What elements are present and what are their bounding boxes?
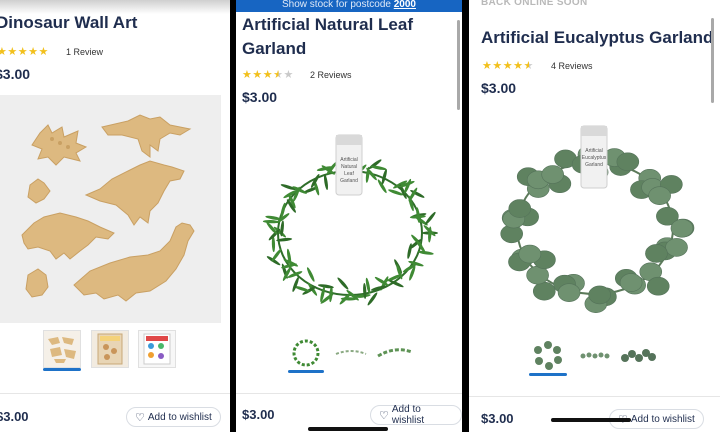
sticky-price: $3.00 bbox=[242, 407, 275, 422]
title-line-1: Artificial Natural Leaf bbox=[242, 15, 413, 34]
star-icon: ★ bbox=[492, 60, 503, 72]
product-panel-dinosaur: Dinosaur Wall Art ★★★★★ 1 Review $3.00 bbox=[0, 0, 230, 432]
add-to-wishlist-button[interactable]: ♡ Add to wishlist bbox=[370, 404, 462, 426]
postcode-link[interactable]: 2000 bbox=[394, 0, 416, 10]
thumbnail-3[interactable] bbox=[619, 336, 657, 374]
active-thumbnail-indicator bbox=[529, 373, 567, 376]
home-indicator bbox=[308, 427, 388, 431]
notice-text: BACK ONLINE SOON bbox=[481, 0, 588, 8]
sticky-price: $3.00 bbox=[0, 409, 29, 424]
wishlist-label: Add to wishlist bbox=[630, 413, 695, 425]
rating-stars: ★★★★★ bbox=[482, 60, 534, 72]
product-panel-eucalyptus-garland: BACK ONLINE SOON Artificial Eucalyptus G… bbox=[469, 0, 720, 432]
product-panel-leaf-garland: Show stock for postcode 2000 Artificial … bbox=[236, 0, 462, 432]
svg-text:Garland: Garland bbox=[585, 162, 603, 168]
banner-text: Show stock for postcode bbox=[282, 0, 394, 10]
star-icon: ★ bbox=[523, 60, 534, 72]
active-thumbnail-indicator bbox=[43, 368, 81, 371]
star-icon: ★ bbox=[262, 69, 274, 81]
postcode-banner[interactable]: Show stock for postcode 2000 bbox=[236, 0, 462, 12]
thumbnail-1[interactable] bbox=[287, 334, 325, 372]
thumbnail-3[interactable] bbox=[376, 334, 414, 372]
rating-stars: ★★★★★ bbox=[0, 46, 49, 58]
thumbnail-1[interactable] bbox=[529, 336, 567, 374]
review-count-link[interactable]: 2 Reviews bbox=[310, 70, 352, 80]
svg-text:Eucalyptus: Eucalyptus bbox=[582, 155, 607, 161]
title-line-2: Garland bbox=[242, 39, 307, 58]
thumbnail-1[interactable] bbox=[43, 330, 81, 368]
product-title: Artificial Natural Leaf Garland bbox=[242, 13, 413, 61]
svg-text:Artificial: Artificial bbox=[340, 157, 358, 163]
thumbnail-2[interactable] bbox=[577, 336, 615, 374]
dinosaur-cutouts-image bbox=[21, 114, 195, 302]
thumbnail-2[interactable] bbox=[332, 334, 370, 372]
thumbnail-2[interactable] bbox=[91, 330, 129, 368]
star-icon: ★ bbox=[513, 60, 524, 72]
svg-text:Garland: Garland bbox=[340, 178, 358, 184]
product-price: $3.00 bbox=[0, 66, 31, 82]
wishlist-label: Add to wishlist bbox=[391, 404, 425, 426]
heart-icon: ♡ bbox=[135, 411, 145, 424]
star-icon: ★ bbox=[482, 60, 493, 72]
active-thumbnail-indicator bbox=[288, 370, 324, 373]
product-price: $3.00 bbox=[481, 80, 517, 96]
scrollbar[interactable] bbox=[457, 20, 460, 110]
svg-text:Leaf: Leaf bbox=[344, 171, 354, 177]
sticky-price: $3.00 bbox=[481, 411, 514, 426]
product-title: Dinosaur Wall Art bbox=[0, 13, 138, 32]
divider bbox=[0, 393, 230, 394]
star-icon: ★ bbox=[28, 46, 39, 58]
star-icon: ★ bbox=[7, 46, 18, 58]
heart-icon: ♡ bbox=[379, 409, 389, 422]
divider bbox=[236, 393, 462, 394]
leaf-garland-image: Artificial Natural Leaf Garland bbox=[262, 134, 438, 306]
divider bbox=[469, 396, 720, 397]
home-indicator bbox=[551, 418, 631, 422]
svg-text:Natural: Natural bbox=[341, 164, 357, 170]
wishlist-label: Add to wishlist bbox=[147, 411, 212, 423]
scrollbar[interactable] bbox=[711, 18, 714, 103]
rating-stars: ★★★★★ bbox=[242, 69, 294, 81]
star-icon: ★ bbox=[283, 69, 294, 81]
star-icon: ★ bbox=[273, 69, 284, 81]
review-count-link[interactable]: 1 Review bbox=[66, 47, 103, 57]
star-icon: ★ bbox=[242, 69, 253, 81]
star-icon: ★ bbox=[252, 69, 263, 81]
product-image[interactable]: Artificial Eucalyptus Garland bbox=[491, 118, 701, 318]
star-icon: ★ bbox=[502, 60, 514, 72]
star-icon: ★ bbox=[17, 46, 29, 58]
star-icon: ★ bbox=[38, 46, 49, 58]
product-title: Artificial Eucalyptus Garland bbox=[481, 28, 714, 47]
add-to-wishlist-button[interactable]: ♡ Add to wishlist bbox=[126, 407, 221, 427]
review-count-link[interactable]: 4 Reviews bbox=[551, 61, 593, 71]
product-price: $3.00 bbox=[242, 89, 278, 105]
product-image[interactable]: Artificial Natural Leaf Garland bbox=[250, 125, 450, 315]
product-image[interactable] bbox=[0, 95, 221, 323]
svg-text:Artificial: Artificial bbox=[585, 148, 603, 154]
thumbnail-3[interactable] bbox=[138, 330, 176, 368]
eucalyptus-garland-image: Artificial Eucalyptus Garland bbox=[500, 125, 695, 314]
